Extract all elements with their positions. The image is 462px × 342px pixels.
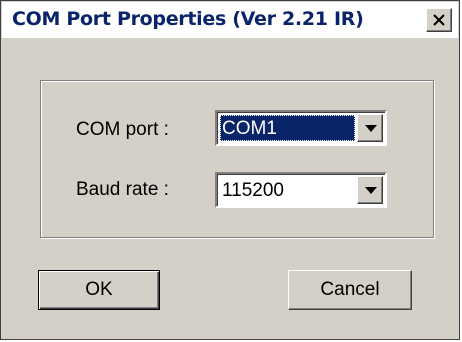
settings-group	[40, 80, 434, 238]
close-icon	[433, 14, 445, 26]
com-port-value: COM1	[220, 115, 355, 141]
cancel-button[interactable]: Cancel	[288, 270, 412, 310]
com-port-select[interactable]: COM1	[215, 110, 387, 146]
baud-rate-label: Baud rate :	[76, 179, 169, 200]
chevron-down-icon	[365, 125, 377, 132]
baud-rate-select[interactable]: 115200	[215, 172, 387, 208]
window-title: COM Port Properties (Ver 2.21 IR)	[12, 8, 364, 30]
baud-rate-dropdown-button[interactable]	[357, 176, 383, 204]
ok-button[interactable]: OK	[38, 270, 160, 310]
com-port-label: COM port :	[76, 119, 169, 140]
close-button[interactable]	[426, 8, 452, 32]
title-bar: COM Port Properties (Ver 2.21 IR)	[2, 2, 458, 38]
chevron-down-icon	[365, 187, 377, 194]
com-port-dropdown-button[interactable]	[357, 114, 383, 142]
com-port-properties-dialog: COM Port Properties (Ver 2.21 IR) COM po…	[0, 0, 460, 340]
baud-rate-value: 115200	[222, 180, 284, 201]
